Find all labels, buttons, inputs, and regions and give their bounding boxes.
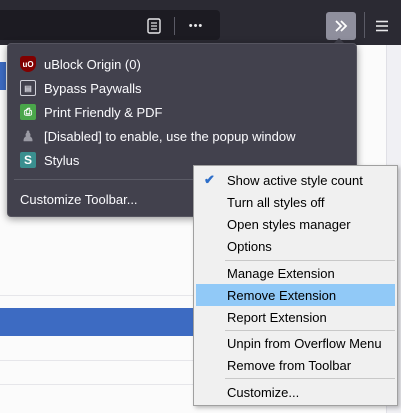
reader-view-icon (147, 18, 161, 34)
hamburger-icon (376, 20, 388, 32)
overflow-item-label: uBlock Origin (0) (44, 56, 141, 72)
extension-context-menu: ✔ Show active style count Turn all style… (193, 165, 398, 406)
disabled-extension-icon: ♟ (21, 127, 35, 144)
page-actions-button[interactable]: ••• (182, 15, 210, 37)
menu-item-label: Remove from Toolbar (227, 357, 352, 373)
checkmark-icon: ✔ (204, 172, 215, 187)
menu-item-remove-extension[interactable]: Remove Extension (196, 284, 395, 306)
overflow-item-label: Print Friendly & PDF (44, 104, 163, 120)
overflow-item-ublock[interactable]: uO uBlock Origin (0) (14, 52, 350, 76)
menu-item-manage-extension[interactable]: Manage Extension (196, 262, 395, 284)
overflow-item-label: Bypass Paywalls (44, 80, 142, 96)
menu-item-options[interactable]: Options (196, 235, 395, 257)
urlbar-divider (174, 17, 175, 35)
menu-divider (225, 260, 395, 261)
chevrons-right-icon (335, 20, 348, 32)
overflow-item-bypass-paywalls[interactable]: ▤ Bypass Paywalls (14, 76, 350, 100)
toolbar-divider (364, 12, 365, 38)
page-divider (0, 295, 200, 296)
print-friendly-icon: ⎙ (20, 104, 36, 120)
menu-item-label: Options (227, 238, 272, 254)
menu-item-label: Report Extension (227, 309, 327, 325)
overflow-item-disabled-extension[interactable]: ♟ [Disabled] to enable, use the popup wi… (14, 124, 350, 148)
ublock-icon: uO (20, 56, 36, 72)
menu-item-label: Open styles manager (227, 216, 351, 232)
page-blue-bar (0, 308, 200, 336)
overflow-menu-button[interactable] (326, 12, 356, 40)
overflow-item-print-friendly[interactable]: ⎙ Print Friendly & PDF (14, 100, 350, 124)
menu-item-label: Manage Extension (227, 265, 335, 281)
menu-item-label: Show active style count (227, 172, 363, 188)
menu-item-open-styles-manager[interactable]: Open styles manager (196, 213, 395, 235)
page-highlight-edge (0, 62, 6, 90)
customize-toolbar-label: Customize Toolbar... (20, 191, 138, 207)
overflow-item-label: [Disabled] to enable, use the popup wind… (44, 128, 296, 144)
menu-item-turn-all-styles-off[interactable]: Turn all styles off (196, 191, 395, 213)
menu-item-label: Remove Extension (227, 287, 337, 303)
more-dots-icon: ••• (188, 20, 204, 32)
page-divider (0, 360, 200, 361)
menu-item-remove-from-toolbar[interactable]: Remove from Toolbar (196, 354, 395, 376)
menu-divider (225, 330, 395, 331)
reader-view-button[interactable] (142, 15, 166, 37)
stylus-icon: S (20, 152, 36, 168)
menu-item-customize[interactable]: Customize... (196, 381, 395, 403)
menu-item-unpin-from-overflow[interactable]: Unpin from Overflow Menu (196, 332, 395, 354)
menu-item-label: Unpin from Overflow Menu (227, 335, 382, 351)
bypass-paywalls-icon: ▤ (20, 80, 36, 96)
overflow-item-label: Stylus (44, 152, 80, 168)
menu-item-show-active-style-count[interactable]: ✔ Show active style count (196, 169, 395, 191)
menu-item-label: Turn all styles off (227, 194, 325, 210)
page-divider (0, 384, 200, 385)
app-menu-button[interactable] (368, 12, 396, 40)
menu-divider (225, 378, 395, 379)
menu-item-report-extension[interactable]: Report Extension (196, 306, 395, 328)
menu-item-label: Customize... (227, 384, 300, 400)
